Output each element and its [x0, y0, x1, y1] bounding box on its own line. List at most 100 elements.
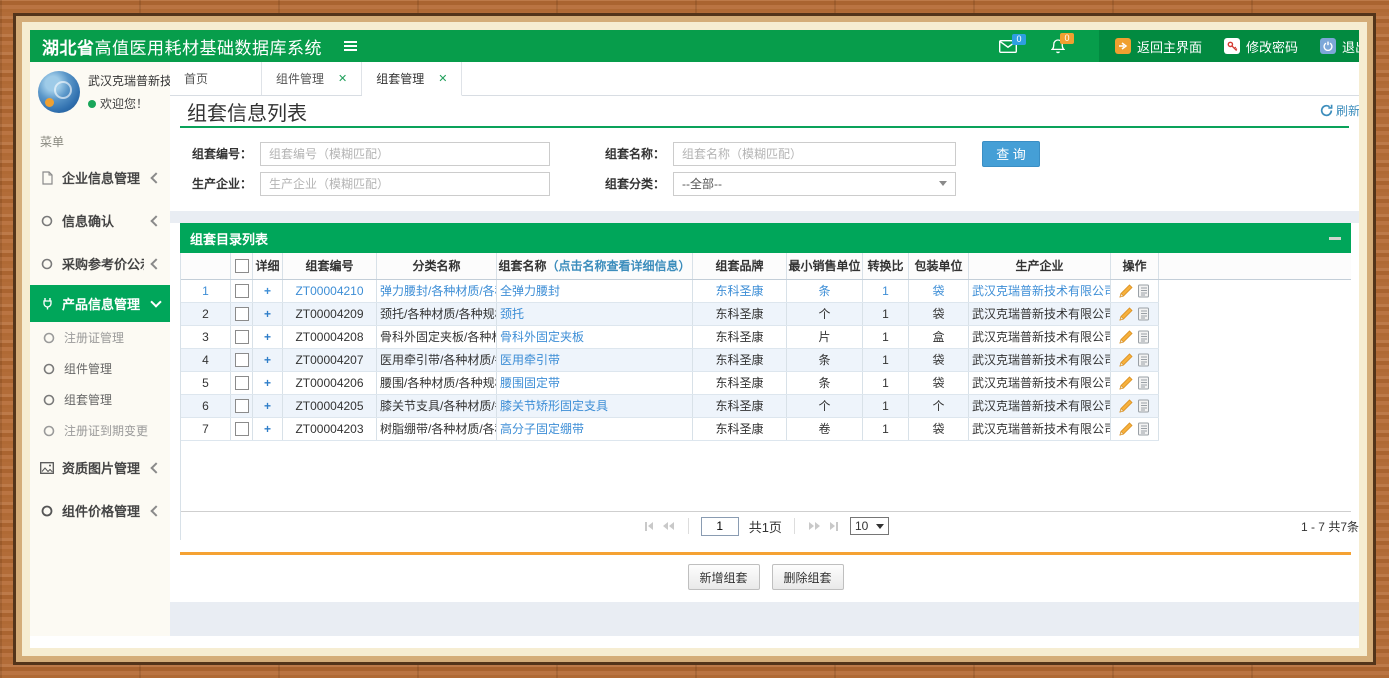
edit-icon[interactable]	[1119, 284, 1133, 298]
edit-icon[interactable]	[1119, 353, 1133, 367]
row-checkbox[interactable]	[235, 353, 249, 367]
chevron-left-icon	[150, 172, 161, 183]
refresh-label: 刷新	[1336, 102, 1359, 119]
min-sale-unit: 条	[787, 280, 863, 302]
sidebar-subitem-registration-cert[interactable]: 注册证管理	[30, 322, 170, 353]
set-code-input[interactable]	[260, 142, 550, 166]
mail-icon[interactable]: 0	[999, 40, 1017, 53]
set-name-link[interactable]: 膝关节矫形固定支具	[497, 395, 693, 417]
notifications-bell-icon[interactable]: 0	[1051, 39, 1065, 54]
sidebar-item-product-info[interactable]: 产品信息管理	[30, 285, 170, 322]
set-name-link[interactable]: 高分子固定绷带	[497, 418, 693, 440]
sidebar-item-qualification-images[interactable]: 资质图片管理	[30, 446, 170, 489]
expand-row-link[interactable]: +	[253, 280, 283, 302]
set-name-link[interactable]: 腰围固定带	[497, 372, 693, 394]
row-checkbox[interactable]	[235, 307, 249, 321]
sidebar-item-label: 企业信息管理	[62, 168, 144, 187]
page-size-select[interactable]: 10	[850, 517, 889, 535]
frame-mat: 湖北省高值医用耗材基础数据库系统 0 0 返回主界面 修改密码	[16, 16, 1373, 662]
manufacturer-input[interactable]	[260, 172, 550, 196]
detail-doc-icon[interactable]	[1137, 422, 1150, 436]
expand-row-link[interactable]: +	[253, 349, 283, 371]
tab-set-mgmt[interactable]: 组套管理 ✕	[362, 62, 462, 96]
set-name-link[interactable]: 颈托	[497, 303, 693, 325]
expand-row-link[interactable]: +	[253, 303, 283, 325]
tab-close-icon[interactable]: ✕	[438, 72, 447, 85]
set-brand: 东科圣康	[693, 303, 787, 325]
min-sale-unit: 卷	[787, 418, 863, 440]
avatar	[38, 71, 80, 113]
row-checkbox[interactable]	[235, 330, 249, 344]
edit-icon[interactable]	[1119, 422, 1133, 436]
tab-close-icon[interactable]: ✕	[338, 72, 347, 85]
first-page-button[interactable]	[643, 520, 655, 533]
change-password-button[interactable]: 修改密码	[1224, 37, 1298, 56]
row-checkbox[interactable]	[235, 399, 249, 413]
set-code: ZT00004203	[283, 418, 377, 440]
set-name-input[interactable]	[673, 142, 956, 166]
sidebar-subitem-cert-expiry-change[interactable]: 注册证到期变更	[30, 415, 170, 446]
row-number: 2	[181, 303, 231, 325]
sidebar-item-label: 产品信息管理	[62, 294, 144, 313]
circle-icon	[42, 332, 56, 344]
detail-doc-icon[interactable]	[1137, 307, 1150, 321]
hamburger-menu-icon[interactable]	[344, 41, 357, 51]
set-brand: 东科圣康	[693, 418, 787, 440]
edit-icon[interactable]	[1119, 307, 1133, 321]
delete-set-button[interactable]: 删除组套	[772, 564, 844, 590]
collapse-panel-button[interactable]	[1329, 237, 1341, 240]
select-all-checkbox[interactable]	[235, 259, 249, 273]
expand-row-link[interactable]: +	[253, 326, 283, 348]
sidebar-subitem-label: 组套管理	[64, 391, 162, 408]
detail-doc-icon[interactable]	[1137, 399, 1150, 413]
expand-row-link[interactable]: +	[253, 395, 283, 417]
category-name: 腰围/各种材质/各种规格	[377, 372, 497, 394]
next-page-button[interactable]	[807, 520, 822, 532]
tab-component-mgmt[interactable]: 组件管理 ✕	[262, 62, 362, 95]
detail-doc-icon[interactable]	[1137, 330, 1150, 344]
row-operations	[1111, 280, 1159, 302]
sidebar-subitem-set-mgmt[interactable]: 组套管理	[30, 384, 170, 415]
set-name-link[interactable]: 全弹力腰封	[497, 280, 693, 302]
expand-row-link[interactable]: +	[253, 418, 283, 440]
edit-icon[interactable]	[1119, 330, 1133, 344]
return-main-button[interactable]: 返回主界面	[1115, 37, 1202, 56]
header-detail: 详细	[253, 253, 283, 279]
edit-icon[interactable]	[1119, 376, 1133, 390]
power-icon	[1320, 38, 1336, 54]
sidebar-item-component-price[interactable]: 组件价格管理	[30, 489, 170, 532]
row-checkbox[interactable]	[235, 376, 249, 390]
tab-home[interactable]: 首页	[170, 62, 262, 95]
sidebar-item-label: 采购参考价公示	[62, 254, 144, 273]
sidebar-item-info-confirm[interactable]: 信息确认	[30, 199, 170, 242]
category-select[interactable]: --全部--	[673, 172, 956, 196]
page-number-input[interactable]	[701, 517, 739, 536]
expand-row-link[interactable]: +	[253, 372, 283, 394]
app-window: 湖北省高值医用耗材基础数据库系统 0 0 返回主界面 修改密码	[30, 30, 1359, 648]
row-checkbox[interactable]	[235, 284, 249, 298]
set-name-link[interactable]: 医用牵引带	[497, 349, 693, 371]
prev-page-button[interactable]	[661, 520, 676, 532]
set-name-link[interactable]: 骨科外固定夹板	[497, 326, 693, 348]
row-checkbox[interactable]	[235, 422, 249, 436]
table-body: 1+ZT00004210弹力腰封/各种材质/各种规格全弹力腰封东科圣康条1袋武汉…	[181, 280, 1159, 441]
set-code: ZT00004210	[283, 280, 377, 302]
edit-icon[interactable]	[1119, 399, 1133, 413]
row-number: 6	[181, 395, 231, 417]
sidebar-item-enterprise-info[interactable]: 企业信息管理	[30, 156, 170, 199]
sidebar-item-purchase-ref-price[interactable]: 采购参考价公示	[30, 242, 170, 285]
manufacturer-label: 生产企业：	[180, 175, 260, 192]
search-button[interactable]: 查 询	[982, 141, 1040, 167]
add-set-button[interactable]: 新增组套	[688, 564, 760, 590]
detail-doc-icon[interactable]	[1137, 284, 1150, 298]
detail-doc-icon[interactable]	[1137, 376, 1150, 390]
refresh-button[interactable]: 刷新	[1320, 102, 1359, 119]
detail-doc-icon[interactable]	[1137, 353, 1150, 367]
sidebar-subitem-component-mgmt[interactable]: 组件管理	[30, 353, 170, 384]
last-page-button[interactable]	[828, 520, 840, 533]
circle-icon	[42, 363, 56, 375]
tab-bar: 首页 组件管理 ✕ 组套管理 ✕	[170, 62, 1359, 96]
logout-button[interactable]: 退出	[1320, 37, 1359, 56]
tab-label: 组件管理	[276, 70, 324, 87]
set-name-label: 组套名称：	[595, 145, 673, 162]
